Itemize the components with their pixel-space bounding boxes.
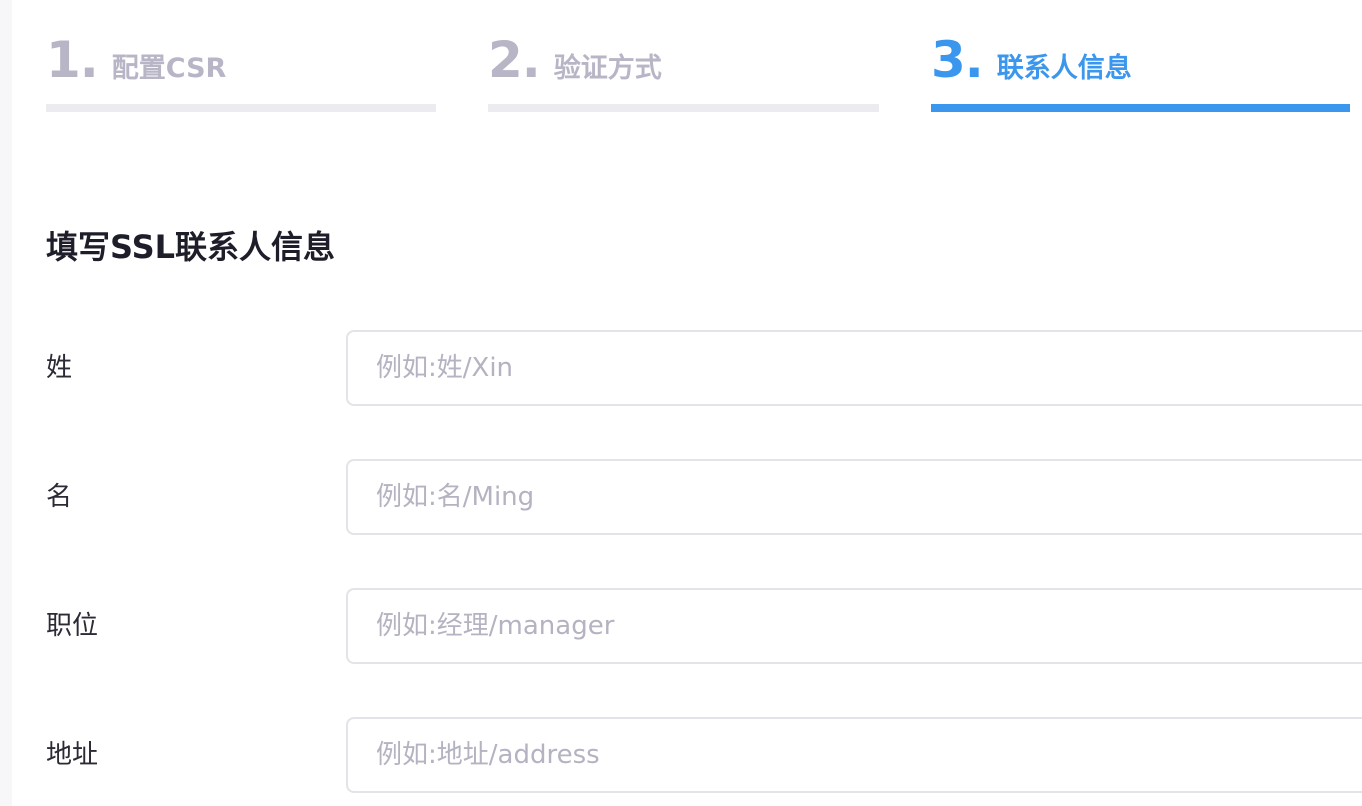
form-row-address: 地址 bbox=[46, 717, 1362, 793]
first-name-input[interactable] bbox=[346, 459, 1362, 535]
step-verification-method[interactable]: 2. 验证方式 bbox=[488, 28, 879, 114]
step-label: 验证方式 bbox=[553, 53, 662, 84]
form-row-last-name: 姓 bbox=[46, 330, 1362, 406]
step-header: 2. 验证方式 bbox=[488, 28, 662, 92]
form-row-first-name: 名 bbox=[46, 459, 1362, 535]
section-title: 填写SSL联系人信息 bbox=[46, 228, 336, 266]
left-edge-strip bbox=[0, 0, 12, 806]
step-progress-bar bbox=[931, 104, 1350, 112]
step-number: 1. bbox=[46, 31, 99, 89]
address-input[interactable] bbox=[346, 717, 1362, 793]
step-progress-bar bbox=[488, 104, 879, 112]
first-name-label: 名 bbox=[46, 482, 73, 512]
step-contact-info[interactable]: 3. 联系人信息 bbox=[931, 28, 1350, 114]
position-label: 职位 bbox=[46, 611, 99, 641]
step-header: 1. 配置CSR bbox=[46, 28, 226, 92]
last-name-label: 姓 bbox=[46, 353, 73, 383]
step-indicator: 1. 配置CSR 2. 验证方式 3. 联系人信息 bbox=[46, 28, 1362, 114]
step-number: 2. bbox=[488, 31, 541, 89]
step-header: 3. 联系人信息 bbox=[931, 28, 1132, 92]
step-configure-csr[interactable]: 1. 配置CSR bbox=[46, 28, 436, 114]
step-number: 3. bbox=[931, 31, 984, 89]
position-input[interactable] bbox=[346, 588, 1362, 664]
step-progress-bar bbox=[46, 104, 436, 112]
step-label: 配置CSR bbox=[111, 53, 227, 84]
form-row-position: 职位 bbox=[46, 588, 1362, 664]
last-name-input[interactable] bbox=[346, 330, 1362, 406]
address-label: 地址 bbox=[46, 740, 99, 770]
step-label: 联系人信息 bbox=[996, 53, 1132, 84]
